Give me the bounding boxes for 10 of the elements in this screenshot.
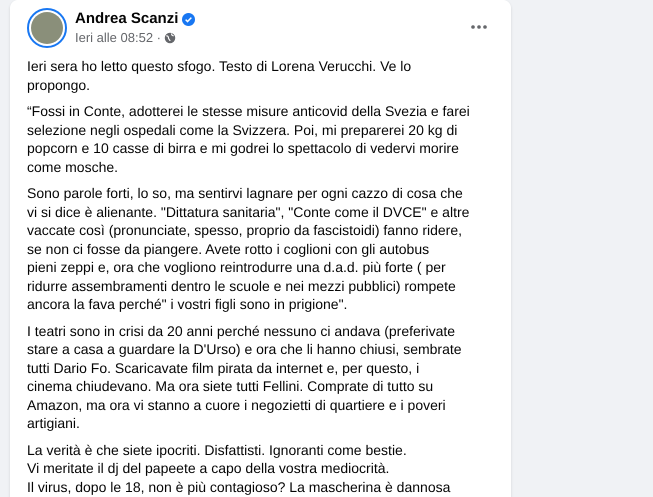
globe-icon	[164, 32, 176, 44]
author-name[interactable]: Andrea Scanzi	[75, 9, 178, 29]
post-paragraph: I teatri sono in crisi da 20 anni perché nessuno ci andava (preferivate stare a casa a guardare la D'Urso) e ora che li hanno chiusi, sembrate tutti Dario Fo. Scaricavate film pirata da internet e, per questo, i cinema chiudevano. Ma ora siete tutti Fellini. Comprate di tutto su Amazon, ma ora vi stanno a cuore i negozietti di quartiere e i poveri artigiani.	[27, 322, 462, 432]
more-options-icon[interactable]	[471, 25, 487, 29]
post-paragraph: Ieri sera ho letto questo sfogo. Testo di Lorena Verucchi. Ve lo propongo.	[27, 57, 412, 94]
post-paragraph: Sono parole forti, lo so, ma sentirvi lagnare per ogni cazzo di cosa che vi si dice è alienante. "Dittatura sanitaria", "Conte come il DVCE" e altre vaccate così (pronunciate, spesso, proprio da fascistoidi) fanno ridere, se non ci fosse da piangere. Avete rotto i coglioni con gli autobus pieni zeppi e, ora che vogliono reintrodurre una d.a.d. più forte ( per ridurre assembramenti dentro le scuole e nei mezzi pubblici) rompete ancora la fava perché" i vostri figli sono in prigione".	[27, 184, 470, 314]
post-paragraph: La verità è che siete ipocriti. Disfattisti. Ignoranti come bestie. Vi meritate il dj del papeete a capo della vostra mediocrità. Il virus, dopo le 18, non è più contagioso? La mascherina è dannosa	[27, 440, 450, 496]
post-paragraph: “Fossi in Conte, adotterei le stesse misure anticovid della Svezia e farei selezione negli ospedali come la Svizzera. Poi, mi preparerei 20 kg di popcorn e 10 casse di birra e mi godrei lo spettacolo di vedervi morire come mosche.	[27, 102, 470, 176]
avatar[interactable]	[27, 8, 67, 48]
post-timestamp[interactable]: Ieri alle 08:52 ·	[75, 30, 161, 46]
